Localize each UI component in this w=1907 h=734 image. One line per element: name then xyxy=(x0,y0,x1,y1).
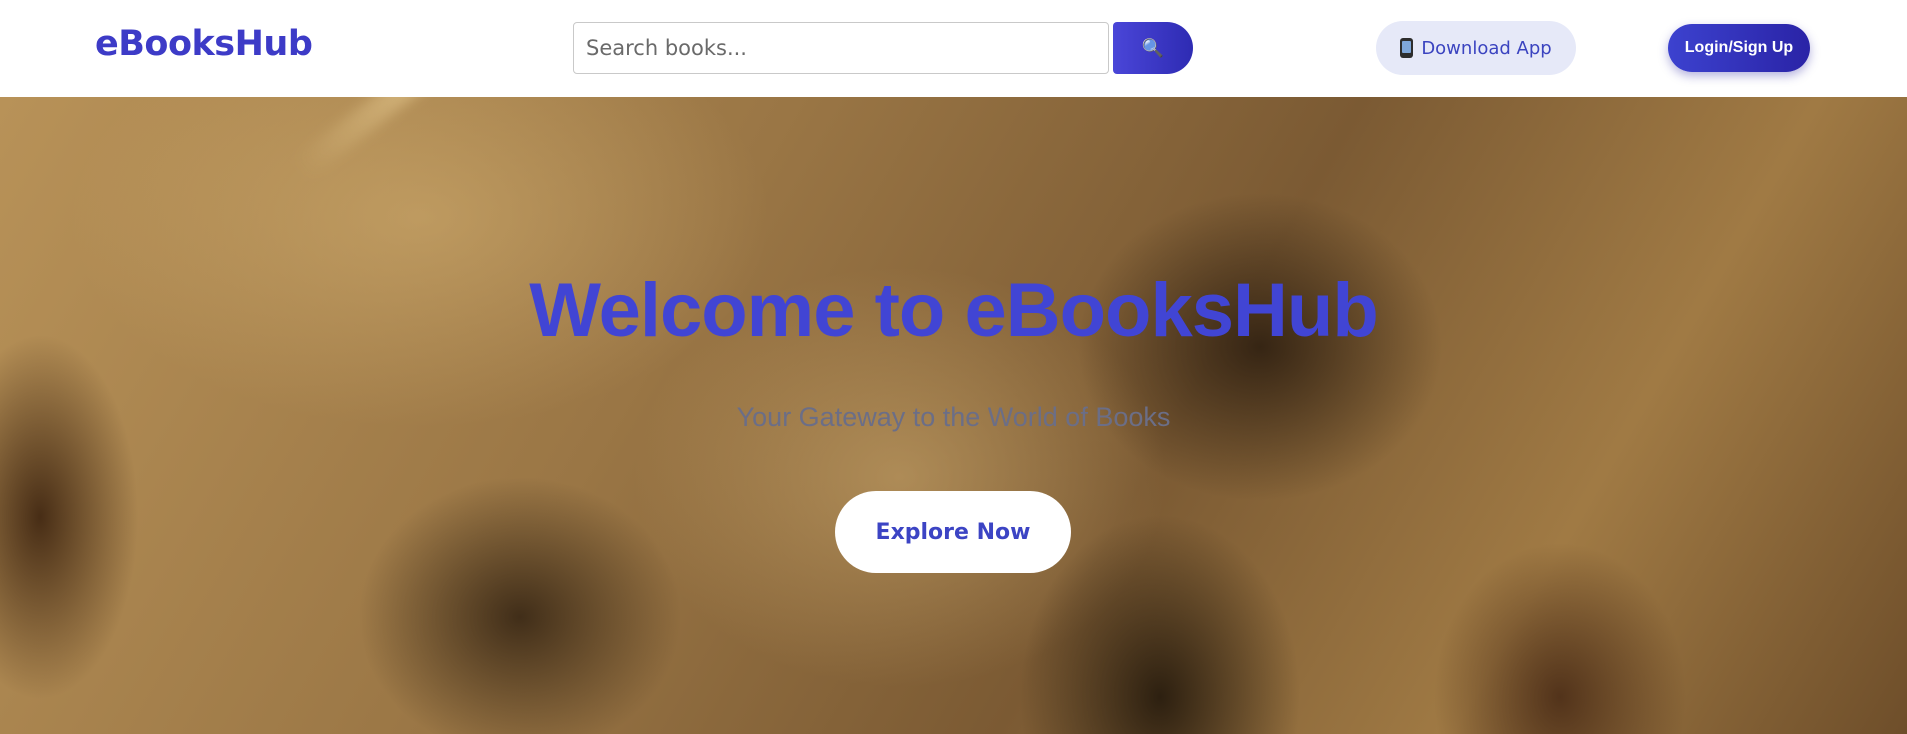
search-button[interactable]: 🔍 xyxy=(1113,22,1193,74)
login-signup-button[interactable]: Login/Sign Up xyxy=(1668,24,1810,72)
hero-banner: Welcome to eBooksHub Your Gateway to the… xyxy=(0,97,1907,734)
download-app-label: Download App xyxy=(1421,37,1552,59)
hero-title: Welcome to eBooksHub xyxy=(529,268,1379,353)
hero-content: Welcome to eBooksHub Your Gateway to the… xyxy=(0,97,1907,734)
hero-subtitle: Your Gateway to the World of Books xyxy=(736,402,1171,432)
brand-logo[interactable]: eBooksHub xyxy=(95,24,313,64)
download-app-button[interactable]: Download App xyxy=(1376,21,1576,75)
search-input[interactable] xyxy=(573,22,1109,74)
phone-icon xyxy=(1400,38,1414,58)
top-navbar: eBooksHub 🔍 Download App Login/Sign Up xyxy=(0,0,1907,97)
explore-now-button[interactable]: Explore Now xyxy=(835,491,1071,573)
search-icon: 🔍 xyxy=(1141,37,1165,58)
